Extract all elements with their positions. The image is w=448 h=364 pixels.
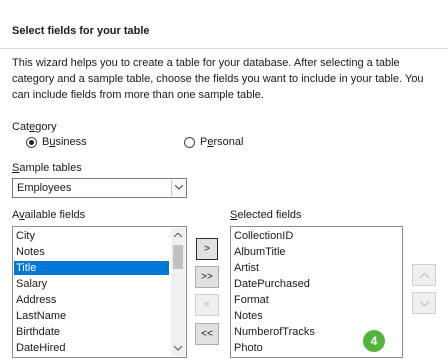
list-item[interactable]: LastName [14, 309, 169, 323]
category-personal-radio[interactable]: Personal [184, 136, 294, 150]
selected-fields-label: Selected fields [230, 209, 302, 221]
page-title: Select fields for your table [12, 25, 150, 37]
sample-tables-select[interactable]: Employees [12, 178, 187, 198]
chevron-down-icon [420, 301, 429, 306]
scrollbar-thumb[interactable] [173, 245, 183, 269]
available-fields-list[interactable]: City Notes Title Salary Address LastName… [12, 226, 187, 358]
list-item[interactable]: Notes [14, 245, 169, 259]
chevron-up-icon[interactable] [174, 233, 182, 238]
list-item[interactable]: DateHired [14, 341, 169, 355]
list-item[interactable]: AlbumTitle [232, 245, 400, 259]
dropdown-button[interactable] [171, 180, 185, 196]
remove-all-fields-button[interactable]: << [195, 323, 219, 345]
list-item-selected[interactable]: Title [14, 261, 169, 275]
chevron-down-icon [175, 185, 183, 190]
add-all-label: >> [201, 271, 213, 283]
available-fields-label: Available fields [12, 209, 86, 221]
list-item[interactable]: Salary [14, 277, 169, 291]
category-label: Category [12, 121, 57, 133]
remove-field-label: < [204, 299, 210, 311]
list-item[interactable]: Format [232, 293, 400, 307]
add-field-label: > [204, 243, 210, 255]
wizard-header [0, 0, 448, 48]
radio-indicator [184, 137, 195, 148]
add-field-button[interactable]: > [196, 238, 218, 260]
sample-tables-label: Sample tables [12, 162, 82, 174]
remove-all-label: << [201, 328, 213, 340]
list-item[interactable]: City [14, 229, 169, 243]
add-all-fields-button[interactable]: >> [195, 266, 219, 288]
remove-field-button[interactable]: < [195, 294, 219, 316]
list-item[interactable]: CollectionID [232, 229, 400, 243]
personal-label: Personal [200, 136, 244, 148]
radio-indicator [26, 137, 37, 148]
header-divider [0, 48, 448, 49]
chevron-up-icon [420, 273, 429, 278]
step-number-badge: 4 [363, 330, 385, 352]
category-business-radio[interactable]: Business [26, 136, 136, 150]
move-down-button[interactable] [412, 292, 436, 314]
chevron-down-icon[interactable] [174, 346, 182, 351]
move-up-button[interactable] [412, 264, 436, 286]
wizard-description: This wizard helps you to create a table … [12, 57, 424, 101]
list-item[interactable]: DatePurchased [232, 277, 400, 291]
list-item[interactable]: Birthdate [14, 325, 169, 339]
available-fields-scrollbar[interactable] [171, 228, 185, 356]
list-item[interactable]: Notes [232, 309, 400, 323]
list-item[interactable]: Artist [232, 261, 400, 275]
sample-tables-value: Employees [17, 182, 72, 194]
business-label: Business [42, 136, 87, 148]
list-item[interactable]: Address [14, 293, 169, 307]
